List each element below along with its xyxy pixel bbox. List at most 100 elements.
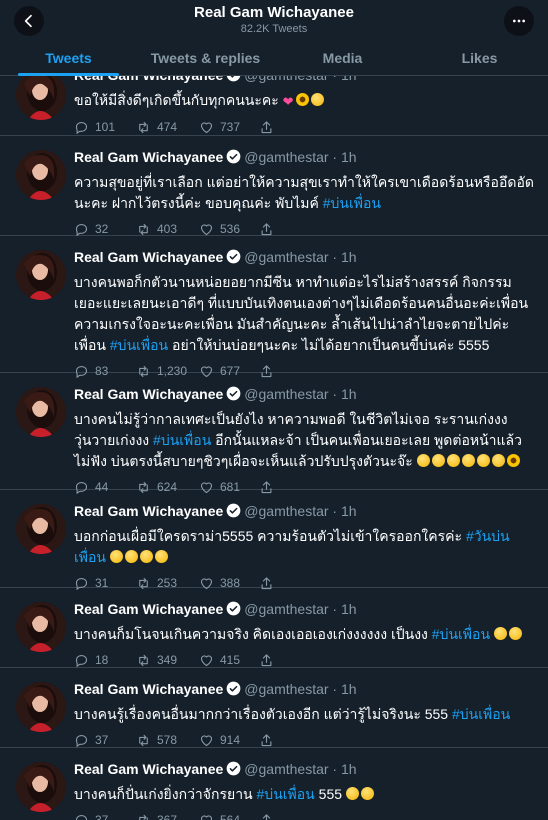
tweet[interactable]: Real Gam Wichayanee @gamthestar · 1h บางคน… <box>0 236 548 378</box>
tweet[interactable]: Real Gam Wichayanee @gamthestar · 1h บอกก่… <box>0 490 548 590</box>
tweet-header: Real Gam Wichayanee@gamthestar · 1h <box>74 248 538 268</box>
avatar[interactable] <box>16 682 66 732</box>
reply-button[interactable]: 37 <box>74 813 136 820</box>
laughing-emoji-icon <box>124 550 138 563</box>
retweet-count: 349 <box>157 653 178 667</box>
laughing-emoji-icon <box>345 787 359 800</box>
hashtag-link[interactable]: #บ่นเพื่อน <box>257 786 315 802</box>
like-button[interactable]: 914 <box>199 733 259 748</box>
like-icon <box>200 121 213 133</box>
author-handle[interactable]: @gamthestar <box>244 249 328 265</box>
retweet-button[interactable]: 367 <box>136 813 199 820</box>
sunflower-emoji-icon <box>295 93 309 106</box>
author-handle[interactable]: @gamthestar <box>244 503 328 519</box>
tab-likes[interactable]: Likes <box>411 42 548 75</box>
laughing-emoji-icon <box>446 454 460 467</box>
reply-button[interactable]: 101 <box>74 120 136 135</box>
reply-button[interactable]: 18 <box>74 653 136 668</box>
retweet-icon <box>139 814 148 820</box>
share-icon <box>261 733 272 746</box>
avatar[interactable] <box>16 504 66 554</box>
tab-tweets[interactable]: Tweets <box>0 42 137 76</box>
tweet-time[interactable]: 1h <box>341 681 357 697</box>
tweet[interactable]: Real Gam Wichayanee @gamthestar · 1h บางคน… <box>0 373 548 494</box>
hashtag-link[interactable]: #บ่นเพื่อน <box>432 626 490 642</box>
retweet-button[interactable]: 474 <box>136 120 199 135</box>
author-handle[interactable]: @gamthestar <box>244 601 328 617</box>
retweet-count: 403 <box>157 222 178 236</box>
share-button[interactable] <box>259 222 279 237</box>
retweet-button[interactable]: 578 <box>136 733 199 748</box>
author-handle[interactable]: @gamthestar <box>244 681 328 697</box>
retweet-icon <box>139 223 148 235</box>
tab-tweets-replies[interactable]: Tweets & replies <box>137 42 274 75</box>
author-name[interactable]: Real Gam Wichayanee <box>74 503 223 519</box>
hashtag-link[interactable]: #บ่นเพื่อน <box>110 337 168 353</box>
verified-badge-icon <box>226 386 241 405</box>
reply-count: 32 <box>95 222 109 236</box>
avatar[interactable] <box>16 387 66 437</box>
tweet-header: Real Gam Wichayanee@gamthestar · 1h <box>74 502 538 522</box>
tweet-time[interactable]: 1h <box>341 386 357 402</box>
hashtag-link[interactable]: #บ่นเพื่อน <box>153 432 211 448</box>
tweet[interactable]: Real Gam Wichayanee @gamthestar · 1h บางคน… <box>0 668 548 748</box>
reply-button[interactable]: 32 <box>74 222 136 237</box>
tab-media[interactable]: Media <box>274 42 411 75</box>
reply-icon <box>75 734 88 747</box>
reply-button[interactable]: 37 <box>74 733 136 748</box>
author-handle[interactable]: @gamthestar <box>244 149 328 165</box>
share-button[interactable] <box>259 653 279 668</box>
tweet[interactable]: Real Gam Wichayanee @gamthestar · 1h บางคน… <box>0 588 548 668</box>
author-name[interactable]: Real Gam Wichayanee <box>74 149 223 165</box>
profile-title: Real Gam Wichayanee <box>194 4 354 21</box>
author-name[interactable]: Real Gam Wichayanee <box>74 249 223 265</box>
tweet-time[interactable]: 1h <box>341 249 357 265</box>
retweet-button[interactable]: 403 <box>136 222 199 237</box>
like-icon <box>200 223 213 235</box>
share-button[interactable] <box>259 120 279 135</box>
tweet[interactable]: Real Gam Wichayanee @gamthestar · 1h ความส… <box>0 136 548 236</box>
like-count: 914 <box>220 733 241 747</box>
laughing-emoji-icon <box>139 550 153 563</box>
hashtag-link[interactable]: #บ่นเพื่อน <box>452 706 510 722</box>
share-button[interactable] <box>259 733 279 748</box>
tweet-time[interactable]: 1h <box>341 503 357 519</box>
laughing-emoji-icon <box>109 550 123 563</box>
tweet-feed: Real Gam Wichayanee@gamthestar · 1hขอให้… <box>0 56 548 820</box>
verified-badge-icon <box>226 681 241 700</box>
like-button[interactable]: 737 <box>199 120 259 135</box>
author-handle[interactable]: @gamthestar <box>244 386 328 402</box>
share-button[interactable] <box>259 813 279 820</box>
author-name[interactable]: Real Gam Wichayanee <box>74 386 223 402</box>
tweet-time[interactable]: 1h <box>341 761 357 777</box>
avatar[interactable] <box>16 150 66 200</box>
author-name[interactable]: Real Gam Wichayanee <box>74 761 223 777</box>
avatar[interactable] <box>16 762 66 812</box>
tweet-body: ขอให้มีสิ่งดีๆเกิดขึ้นกับทุกคนนะคะ ❤ <box>74 90 538 112</box>
avatar[interactable] <box>16 250 66 300</box>
tweet-time[interactable]: 1h <box>341 149 357 165</box>
tweet-time[interactable]: 1h <box>341 601 357 617</box>
laughing-emoji-icon <box>360 787 374 800</box>
author-name[interactable]: Real Gam Wichayanee <box>74 681 223 697</box>
avatar[interactable] <box>16 70 66 120</box>
tweet-header: Real Gam Wichayanee@gamthestar · 1h <box>74 385 538 405</box>
profile-top-bar: Real Gam Wichayanee 82.2K Tweets <box>0 0 548 42</box>
avatar[interactable] <box>16 602 66 652</box>
more-options-button[interactable] <box>504 6 534 36</box>
reply-icon <box>75 814 88 820</box>
tweet[interactable]: Real Gam Wichayanee @gamthestar · 1h บางคน… <box>0 748 548 820</box>
retweet-count: 367 <box>157 813 178 820</box>
like-button[interactable]: 415 <box>199 653 259 668</box>
like-button[interactable]: 536 <box>199 222 259 237</box>
laughing-emoji-icon <box>154 550 168 563</box>
author-name[interactable]: Real Gam Wichayanee <box>74 601 223 617</box>
reply-icon <box>75 223 88 236</box>
author-handle[interactable]: @gamthestar <box>244 761 328 777</box>
like-count: 415 <box>220 653 241 667</box>
tweet-text: บางคนรู้เรื่องคนอื่นมากกว่าเรื่องตัวเองอ… <box>74 706 449 722</box>
hashtag-link[interactable]: #บ่นเพื่อน <box>323 195 381 211</box>
like-button[interactable]: 564 <box>199 813 259 820</box>
retweet-button[interactable]: 349 <box>136 653 199 668</box>
tweet-body: บอกก่อนเผื่อมีใครดราม่า5555 ความร้อนตัวไ… <box>74 526 538 568</box>
